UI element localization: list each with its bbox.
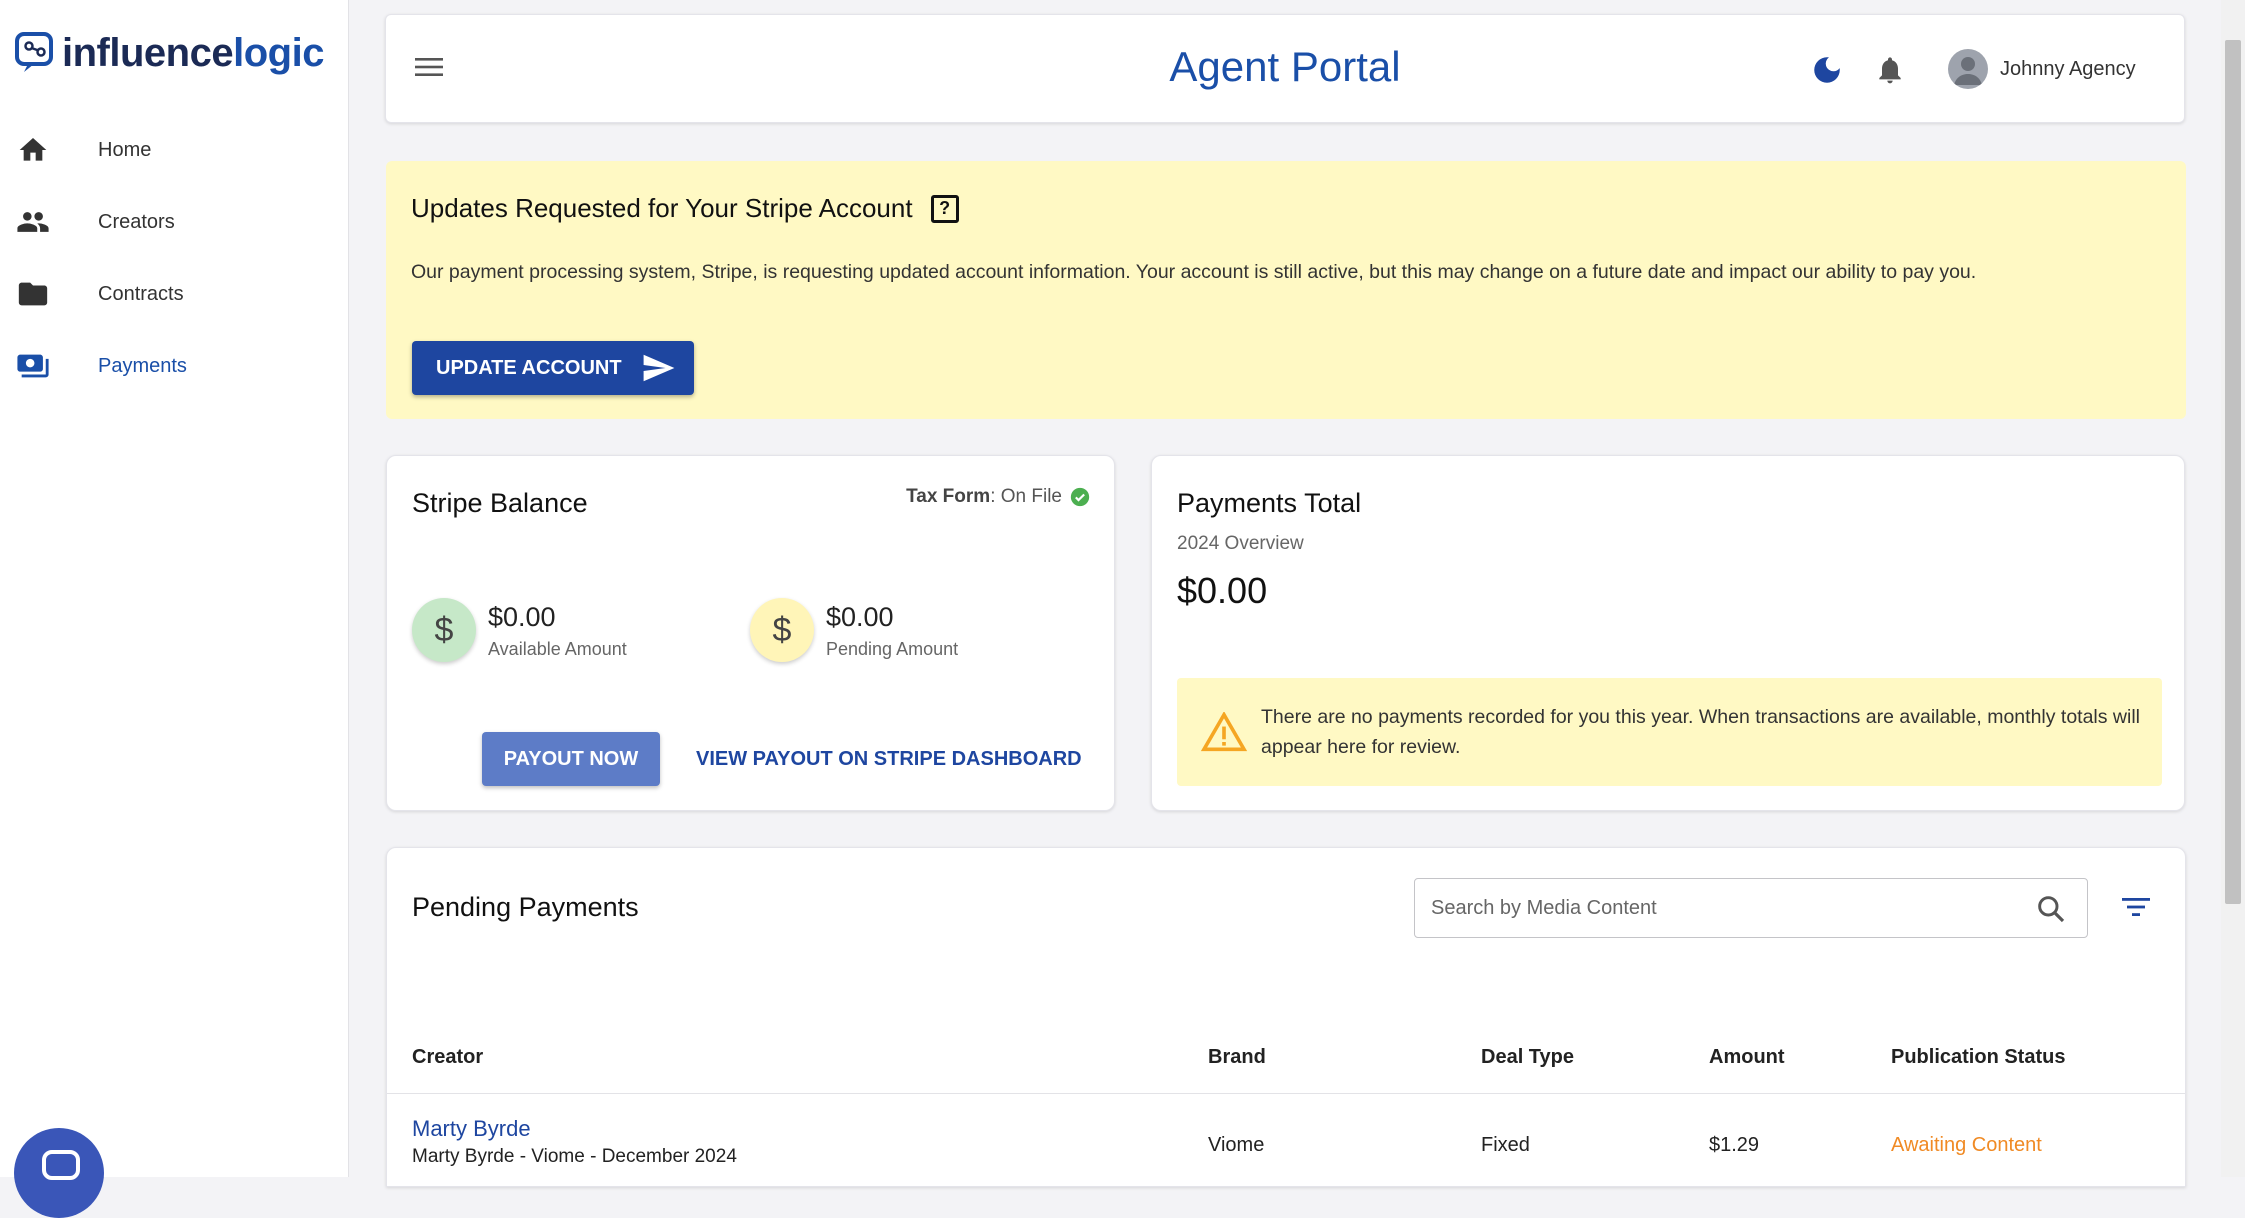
tax-form-label: Tax Form (906, 486, 991, 507)
creator-name-link[interactable]: Marty Byrde (412, 1116, 531, 1142)
sidebar-item-payments[interactable]: Payments (0, 330, 349, 402)
logo-text-influence: influence (62, 30, 234, 75)
scrollbar-thumb[interactable] (2225, 40, 2241, 904)
available-amount-label: Available Amount (488, 639, 627, 659)
column-header-deal-type[interactable]: Deal Type (1481, 1046, 1574, 1069)
tax-form-status: Tax Form: On File (906, 486, 1090, 508)
banner-title-text: Updates Requested for Your Stripe Accoun… (411, 193, 913, 223)
column-header-publication-status[interactable]: Publication Status (1891, 1046, 2065, 1069)
sidebar-item-contracts[interactable]: Contracts (0, 258, 349, 330)
pending-payments-title: Pending Payments (412, 892, 639, 922)
no-payments-notice: There are no payments recorded for you t… (1177, 678, 2162, 786)
status-badge: Awaiting Content (1891, 1134, 2042, 1156)
pending-payments-card: Pending Payments Creator Brand Deal Type… (386, 847, 2186, 1187)
page-scrollbar[interactable] (2221, 0, 2245, 1177)
tax-form-value: : On File (990, 486, 1062, 507)
update-account-button[interactable]: UPDATE ACCOUNT (412, 341, 694, 395)
page-title: Agent Portal (1169, 43, 1401, 90)
view-stripe-dashboard-link[interactable]: VIEW PAYOUT ON STRIPE DASHBOARD (696, 748, 1082, 771)
payout-now-button[interactable]: PAYOUT NOW (482, 732, 660, 786)
column-header-creator[interactable]: Creator (412, 1046, 483, 1069)
table-header: Creator Brand Deal Type Amount Publicati… (387, 1038, 2185, 1094)
logo-text: influencelogic (62, 31, 324, 76)
no-payments-notice-text: There are no payments recorded for you t… (1261, 706, 2141, 758)
payments-overview-subtitle: 2024 Overview (1177, 533, 1304, 554)
user-name: Johnny Agency (2000, 57, 2136, 80)
search-icon[interactable] (2035, 893, 2067, 930)
payments-icon (16, 349, 50, 383)
sidebar-item-label: Payments (98, 354, 187, 377)
dollar-icon: $ (412, 598, 476, 662)
pending-amount-label: Pending Amount (826, 639, 959, 659)
sidebar-item-label: Home (98, 138, 152, 161)
top-header: Agent Portal Johnny Agency (385, 14, 2185, 123)
dollar-icon: $ (750, 598, 814, 662)
payment-description: Marty Byrde - Viome - December 2024 (412, 1146, 737, 1167)
payments-total-value: $0.00 (1177, 570, 1268, 611)
search-box (1414, 878, 2088, 938)
chat-icon (42, 1150, 80, 1180)
sidebar-item-label: Creators (98, 210, 175, 233)
avatar (1948, 49, 1988, 89)
pending-amount-value: $0.00 (826, 602, 894, 632)
filter-icon[interactable] (2121, 896, 2151, 923)
logo-mark-icon (15, 32, 53, 72)
check-circle-icon (1070, 487, 1090, 507)
warning-icon (1201, 712, 1247, 752)
pending-amount-block: $ $0.00 Pending Amount (750, 598, 958, 662)
sidebar-item-creators[interactable]: Creators (0, 186, 349, 258)
folder-icon (16, 277, 50, 311)
sidebar: influencelogic Home Creators Contracts P… (0, 0, 349, 1218)
sidebar-nav: Home Creators Contracts Payments (0, 114, 349, 402)
available-amount-block: $ $0.00 Available Amount (412, 598, 627, 662)
sidebar-item-label: Contracts (98, 282, 184, 305)
column-header-amount[interactable]: Amount (1709, 1046, 1785, 1069)
stripe-balance-title: Stripe Balance (412, 488, 588, 518)
amount-cell: $1.29 (1709, 1134, 1760, 1156)
table-row: Marty Byrde Marty Byrde - Viome - Decemb… (387, 1094, 2185, 1184)
chat-launcher-button[interactable] (14, 1128, 104, 1218)
help-icon[interactable]: ? (930, 194, 959, 223)
payments-total-title: Payments Total (1177, 488, 1362, 518)
home-icon (16, 133, 50, 167)
banner-text: Our payment processing system, Stripe, i… (411, 261, 1977, 283)
stripe-update-banner: Updates Requested for Your Stripe Accoun… (386, 161, 2186, 419)
people-icon (16, 205, 50, 239)
payments-total-card: Payments Total 2024 Overview $0.00 There… (1151, 455, 2185, 811)
banner-title: Updates Requested for Your Stripe Accoun… (411, 193, 959, 224)
send-icon (643, 354, 674, 382)
logo-text-logic: logic (233, 30, 324, 75)
user-menu[interactable]: Johnny Agency (1948, 49, 2136, 89)
brand-cell: Viome (1208, 1134, 1265, 1156)
dark-mode-toggle-icon[interactable] (1810, 53, 1844, 92)
column-header-brand[interactable]: Brand (1208, 1046, 1266, 1069)
logo[interactable]: influencelogic (14, 26, 324, 80)
sidebar-item-home[interactable]: Home (0, 114, 349, 186)
search-input[interactable] (1415, 879, 2015, 937)
available-amount-value: $0.00 (488, 602, 556, 632)
deal-type-cell: Fixed (1481, 1134, 1530, 1156)
notifications-bell-icon[interactable] (1874, 53, 1906, 92)
update-account-label: UPDATE ACCOUNT (436, 356, 622, 379)
stripe-balance-card: Stripe Balance Tax Form: On File $ $0.00… (386, 455, 1115, 811)
